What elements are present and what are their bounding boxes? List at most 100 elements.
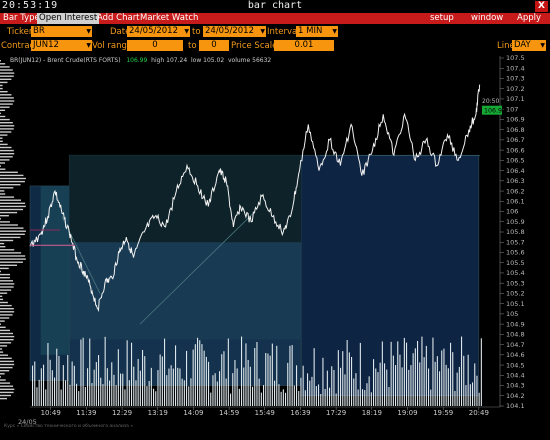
volume-profile-bar (0, 323, 1, 325)
menu-market-watch[interactable]: Market Watch (138, 13, 200, 24)
price-scale-input[interactable]: 0.01 (274, 40, 334, 51)
volume-bar (458, 366, 460, 406)
volume-value: 56632 (252, 57, 272, 64)
volume-bar (115, 385, 117, 406)
volume-bar (208, 361, 210, 406)
volume-bar (390, 341, 392, 406)
volume-bar (128, 380, 130, 406)
volume-profile-bar (0, 391, 14, 394)
volume-bar (258, 378, 260, 406)
volume-bar (377, 372, 379, 406)
volume-bar (197, 337, 199, 406)
menu-bar-type[interactable]: Bar Type (1, 13, 42, 24)
volume-profile-bar (0, 190, 5, 192)
date-to-select[interactable]: 24/05/2012 ▼ (203, 26, 266, 37)
volume-bar (410, 365, 412, 406)
volume-profile-bar (0, 168, 6, 170)
menu-open-interest[interactable]: Open Interest (37, 13, 100, 24)
volume-profile-bar (0, 60, 1, 62)
volume-bar (183, 380, 185, 406)
menu-setup[interactable]: setup (428, 13, 456, 24)
volume-bar (135, 380, 137, 406)
price-axis-label: 107.5 (506, 54, 525, 62)
price-axis-label: 104.6 (506, 351, 525, 359)
volume-bar (461, 336, 463, 406)
volume-bar (386, 369, 388, 406)
interval-select[interactable]: 1 MIN ▼ (296, 26, 338, 37)
volume-bar (480, 338, 482, 406)
volume-bar (139, 370, 141, 406)
volume-bar (447, 368, 449, 406)
volume-bar (172, 368, 174, 406)
menu-apply[interactable]: Apply (515, 13, 543, 24)
volume-profile-bar (0, 298, 4, 301)
vol-min-input[interactable]: 0 (127, 40, 183, 51)
vol-max-input[interactable]: 0 (199, 40, 229, 51)
volume-profile-bar (0, 255, 26, 257)
volume-bar (67, 355, 69, 406)
date-from-select[interactable]: 24/05/2012 ▼ (127, 26, 190, 37)
volume-bar (322, 357, 324, 406)
volume-bar (117, 349, 119, 406)
volume-bar (194, 344, 196, 406)
price-axis-label: 107.3 (506, 75, 525, 83)
volume-bar (126, 340, 128, 406)
close-button[interactable]: X (535, 1, 548, 12)
menu-add-chart[interactable]: Add Chart (95, 13, 142, 24)
volume-profile-bar (0, 363, 15, 366)
volume-bar (439, 371, 441, 406)
volume-bar (351, 356, 353, 406)
price-axis-label: 104.2 (506, 392, 525, 400)
volume-bar (51, 370, 53, 406)
line-select[interactable]: DAY ▼ (512, 40, 546, 51)
volume-profile-bar (0, 125, 15, 127)
volume-bar (454, 390, 456, 406)
volume-bar (375, 368, 377, 406)
vol-to-label: to (188, 41, 197, 51)
volume-bar (428, 368, 430, 406)
volume-profile-bar (0, 81, 8, 84)
price-chart[interactable]: 107.5 107.4 107.3 107.2 107.1 107 106.9 106.8 10… (0, 53, 550, 440)
time-axis-label: 19:59 (433, 409, 453, 417)
chevron-down-icon: ▼ (184, 28, 189, 35)
volume-bar (315, 386, 317, 406)
volume-profile-bar (0, 230, 26, 232)
volume-profile-bar (0, 208, 24, 211)
volume-bar (441, 350, 443, 406)
volume-profile-bar (0, 379, 6, 381)
volume-label: volume (227, 57, 251, 64)
vol-min-value: 0 (152, 40, 158, 50)
volume-bar (432, 337, 434, 406)
time-axis-label: 10:49 (41, 409, 61, 417)
contract-select[interactable]: JUN12 ▼ (31, 40, 92, 51)
price-axis-label: 107.1 (506, 95, 525, 103)
volume-bar (311, 376, 313, 406)
volume-bar (304, 390, 306, 406)
volume-profile-bar (0, 153, 15, 155)
volume-profile-bar (0, 345, 8, 347)
price-axis-label: 105.6 (506, 249, 525, 257)
volume-profile-bar (0, 221, 10, 223)
volume-bar (412, 353, 414, 406)
volume-bar (56, 348, 58, 406)
volume-profile-bar (0, 75, 14, 77)
volume-profile-bar (0, 242, 5, 245)
menu-window[interactable]: window (469, 13, 505, 24)
volume-bar (362, 389, 364, 406)
volume-bar (335, 393, 337, 406)
volume-bar (417, 340, 419, 406)
volume-profile-bar (0, 177, 26, 180)
time-axis-label: 18:19 (362, 409, 382, 417)
price-axis-label: 105.1 (506, 300, 525, 308)
volume-bar (175, 345, 177, 406)
price-axis-label: 105.4 (506, 269, 525, 277)
volume-bar (54, 377, 56, 406)
volume-bar (192, 349, 194, 406)
volume-bar (434, 361, 436, 406)
volume-profile-bar (0, 137, 3, 139)
volume-bar (443, 348, 445, 406)
volume-bar (346, 340, 348, 406)
ticker-select[interactable]: BR ▼ (31, 26, 92, 37)
volume-profile-bar (0, 342, 12, 344)
time-axis-label: 13:19 (148, 409, 168, 417)
